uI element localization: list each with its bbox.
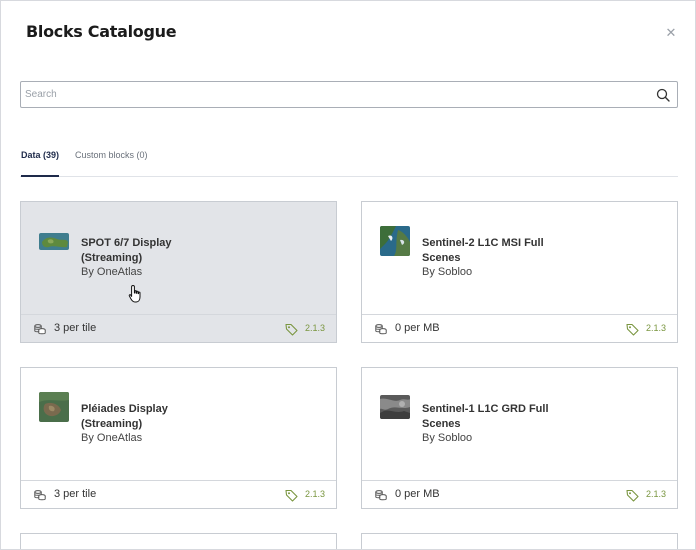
block-author: By Sobloo bbox=[422, 266, 473, 278]
search-input[interactable] bbox=[25, 85, 645, 104]
blocks-catalogue-modal: Blocks Catalogue ✕ Data (39) Custom bloc… bbox=[0, 0, 696, 550]
block-author: By OneAtlas bbox=[81, 266, 143, 278]
sentinel-1-thumbnail bbox=[380, 395, 410, 419]
block-cost: 3 per tile bbox=[54, 488, 97, 500]
block-card-partial-right[interactable] bbox=[361, 533, 678, 549]
search-box[interactable] bbox=[20, 81, 678, 108]
close-icon[interactable]: ✕ bbox=[664, 26, 678, 40]
search-icon[interactable] bbox=[656, 88, 670, 102]
tab-custom-blocks[interactable]: Custom blocks (0) bbox=[75, 150, 148, 177]
block-card-spot[interactable]: SPOT 6/7 Display (Streaming) By OneAtlas… bbox=[20, 201, 337, 343]
block-version: 2.1.3 bbox=[305, 323, 326, 333]
block-author: By OneAtlas bbox=[81, 432, 143, 444]
sentinel-2-thumbnail bbox=[380, 226, 410, 256]
block-version: 2.1.3 bbox=[646, 489, 667, 499]
block-name: SPOT 6/7 Display (Streaming) bbox=[81, 237, 172, 264]
coins-icon bbox=[375, 490, 387, 501]
coins-icon bbox=[34, 490, 46, 501]
tab-bar: Data (39) Custom blocks (0) bbox=[20, 144, 678, 177]
modal-title: Blocks Catalogue bbox=[26, 22, 177, 41]
coins-icon bbox=[375, 324, 387, 335]
card-footer: 3 per tile 2.1.3 bbox=[21, 480, 336, 509]
hand-cursor-icon bbox=[128, 285, 141, 303]
pleiades-thumbnail bbox=[39, 392, 69, 422]
coins-icon bbox=[34, 324, 46, 335]
block-name: Pléiades Display (Streaming) bbox=[81, 403, 168, 430]
block-cost: 3 per tile bbox=[54, 322, 97, 334]
block-card-sentinel-1[interactable]: Sentinel-1 L1C GRD Full Scenes By Sobloo… bbox=[361, 367, 678, 509]
block-cost: 0 per MB bbox=[395, 322, 440, 334]
block-card-partial-left[interactable] bbox=[20, 533, 337, 549]
block-version: 2.1.3 bbox=[646, 323, 667, 333]
block-name: Sentinel-1 L1C GRD Full Scenes bbox=[422, 403, 549, 430]
spot-thumbnail bbox=[39, 233, 69, 250]
tag-icon bbox=[285, 489, 298, 502]
block-card-pleiades[interactable]: Pléiades Display (Streaming) By OneAtlas… bbox=[20, 367, 337, 509]
block-cost: 0 per MB bbox=[395, 488, 440, 500]
card-footer: 3 per tile 2.1.3 bbox=[21, 314, 336, 343]
tag-icon bbox=[285, 323, 298, 336]
block-card-sentinel-2[interactable]: Sentinel-2 L1C MSI Full Scenes By Sobloo… bbox=[361, 201, 678, 343]
tag-icon bbox=[626, 489, 639, 502]
tag-icon bbox=[626, 323, 639, 336]
card-footer: 0 per MB 2.1.3 bbox=[362, 314, 677, 343]
block-author: By Sobloo bbox=[422, 432, 473, 444]
block-name: Sentinel-2 L1C MSI Full Scenes bbox=[422, 237, 544, 264]
tab-data[interactable]: Data (39) bbox=[21, 150, 60, 177]
card-footer: 0 per MB 2.1.3 bbox=[362, 480, 677, 509]
block-version: 2.1.3 bbox=[305, 489, 326, 499]
